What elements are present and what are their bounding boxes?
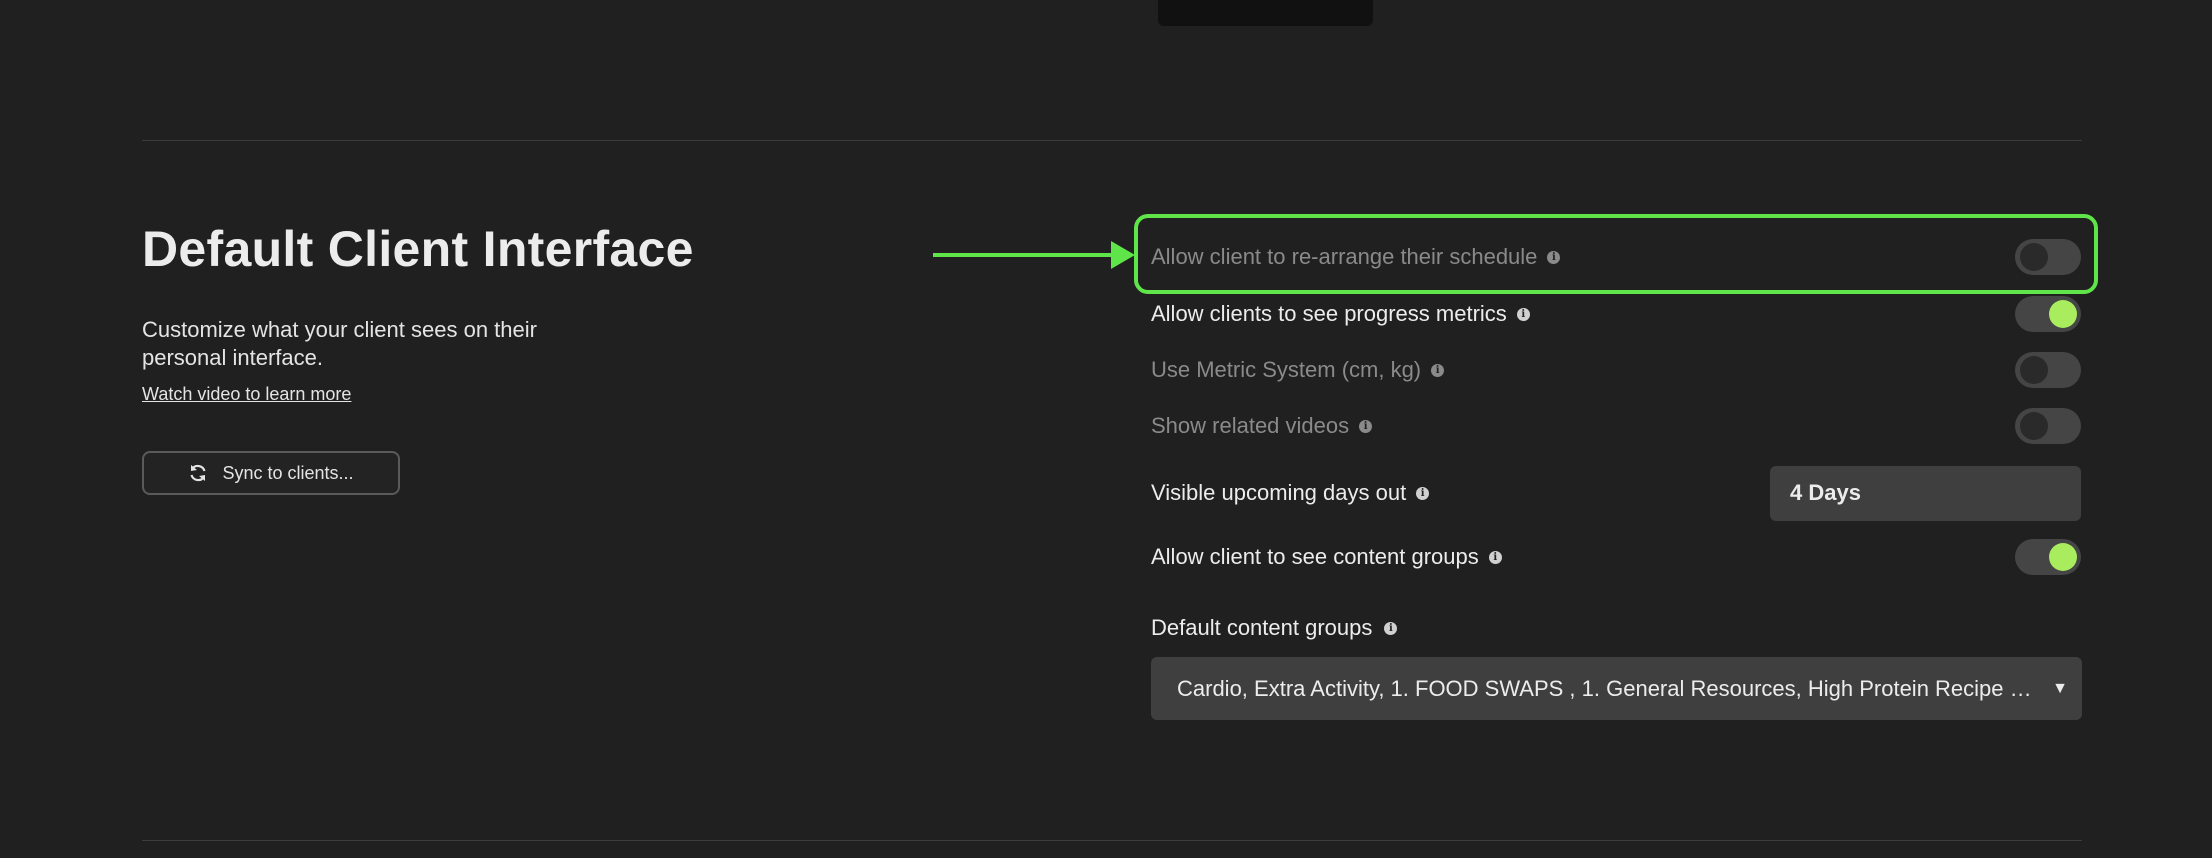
default-groups-value: Cardio, Extra Activity, 1. FOOD SWAPS , … (1177, 675, 2037, 701)
info-icon[interactable]: i (1547, 250, 1561, 264)
setting-text-rearrange: Allow client to re-arrange their schedul… (1151, 244, 1538, 269)
default-groups-label: Default content groups i (1151, 615, 1398, 641)
setting-label-rearrange: Allow client to re-arrange their schedul… (1151, 244, 1561, 270)
setting-row-progress: Allow clients to see progress metrics i (1151, 294, 2081, 334)
toggle-knob (2049, 300, 2077, 328)
setting-text-upcoming: Visible upcoming days out (1151, 480, 1407, 505)
info-icon[interactable]: i (1488, 550, 1502, 564)
chevron-down-icon: ▼ (2052, 679, 2068, 697)
info-icon[interactable]: i (1416, 486, 1430, 500)
section-description: Customize what your client sees on their… (142, 317, 537, 370)
setting-text-metric: Use Metric System (cm, kg) (1151, 357, 1422, 382)
default-groups-select[interactable]: Cardio, Extra Activity, 1. FOOD SWAPS , … (1151, 657, 2082, 720)
sync-to-clients-button[interactable]: Sync to clients... (142, 451, 400, 495)
upcoming-days-select[interactable]: 4 Days (1770, 465, 2081, 521)
setting-text-videos: Show related videos (1151, 413, 1350, 438)
info-icon[interactable]: i (1431, 363, 1445, 377)
section-divider-top (142, 140, 2082, 141)
setting-text-content-groups: Allow client to see content groups (1151, 544, 1479, 569)
toggle-progress[interactable] (2015, 296, 2081, 332)
toggle-knob (2049, 543, 2077, 571)
toggle-knob (2020, 243, 2048, 271)
toggle-rearrange[interactable] (2015, 239, 2081, 275)
setting-text-progress: Allow clients to see progress metrics (1151, 301, 1507, 326)
sync-icon (188, 463, 208, 483)
top-button-stub[interactable] (1158, 0, 1373, 26)
setting-label-metric: Use Metric System (cm, kg) i (1151, 357, 1445, 383)
sync-button-label: Sync to clients... (222, 462, 354, 483)
annotation-arrow-head (1111, 241, 1135, 269)
info-icon[interactable]: i (1516, 307, 1530, 321)
toggle-videos[interactable] (2015, 408, 2081, 444)
toggle-knob (2020, 356, 2048, 384)
setting-label-content-groups: Allow client to see content groups i (1151, 544, 1502, 570)
setting-row-rearrange: Allow client to re-arrange their schedul… (1151, 237, 2081, 277)
section-divider-bottom (142, 840, 2082, 841)
setting-row-metric: Use Metric System (cm, kg) i (1151, 350, 2081, 390)
setting-label-upcoming: Visible upcoming days out i (1151, 480, 1430, 506)
info-icon[interactable]: i (1359, 419, 1373, 433)
toggle-knob (2020, 412, 2048, 440)
setting-row-upcoming: Visible upcoming days out i 4 Days (1151, 465, 2081, 521)
setting-label-progress: Allow clients to see progress metrics i (1151, 301, 1530, 327)
settings-page: Default Client Interface Customize what … (0, 0, 2212, 858)
toggle-content-groups[interactable] (2015, 539, 2081, 575)
default-groups-text: Default content groups (1151, 615, 1373, 640)
watch-video-link[interactable]: Watch video to learn more (142, 384, 351, 405)
annotation-arrow-line (933, 253, 1117, 257)
setting-row-content-groups: Allow client to see content groups i (1151, 537, 2081, 577)
setting-row-videos: Show related videos i (1151, 406, 2081, 446)
setting-label-videos: Show related videos i (1151, 413, 1373, 439)
section-title: Default Client Interface (142, 221, 694, 277)
info-icon[interactable]: i (1384, 621, 1398, 635)
toggle-metric[interactable] (2015, 352, 2081, 388)
